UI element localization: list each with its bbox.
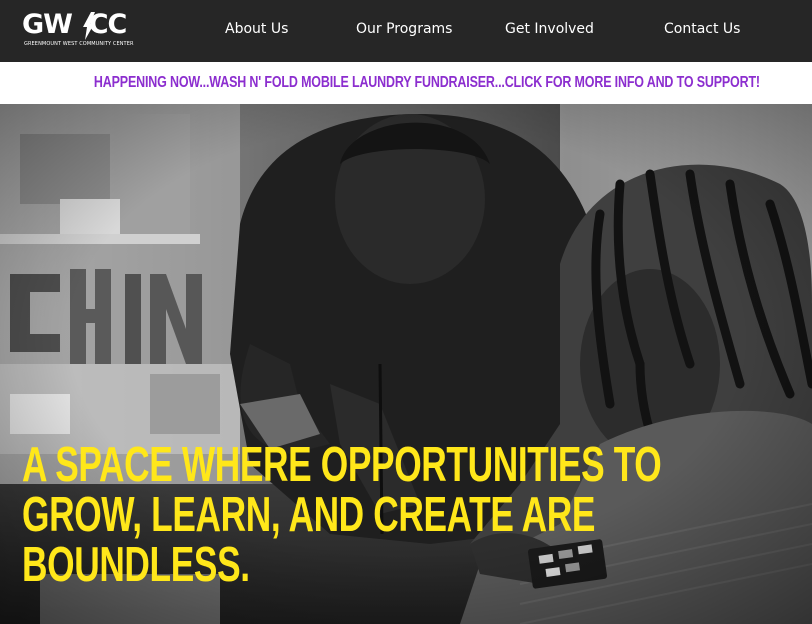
nav-contact-us[interactable]: Contact Us: [664, 18, 740, 40]
hero-section: A SPACE WHERE OPPORTUNITIES TO GROW, LEA…: [0, 104, 812, 624]
hero-headline-line: GROW, LEARN, AND CREATE ARE: [22, 488, 596, 542]
logo-mark: GW CC: [22, 9, 127, 40]
hero-headline: A SPACE WHERE OPPORTUNITIES TO GROW, LEA…: [22, 438, 662, 592]
site-header: GW CC GREENMOUNT WEST COMMUNITY CENTER A…: [0, 0, 812, 62]
lightning-bolt-icon: [83, 12, 95, 40]
hero-headline-line: BOUNDLESS.: [22, 538, 250, 592]
announcement-bar: HAPPENING NOW...WASH N' FOLD MOBILE LAUN…: [0, 62, 812, 104]
site-logo[interactable]: GW CC GREENMOUNT WEST COMMUNITY CENTER: [22, 10, 134, 48]
hero-headline-line: A SPACE WHERE OPPORTUNITIES TO: [22, 438, 662, 492]
nav-our-programs[interactable]: Our Programs: [356, 18, 452, 40]
logo-subtitle: GREENMOUNT WEST COMMUNITY CENTER: [24, 41, 134, 47]
nav-get-involved[interactable]: Get Involved: [505, 18, 594, 40]
announcement-link[interactable]: HAPPENING NOW...WASH N' FOLD MOBILE LAUN…: [94, 74, 760, 92]
nav-about-us[interactable]: About Us: [225, 18, 288, 40]
